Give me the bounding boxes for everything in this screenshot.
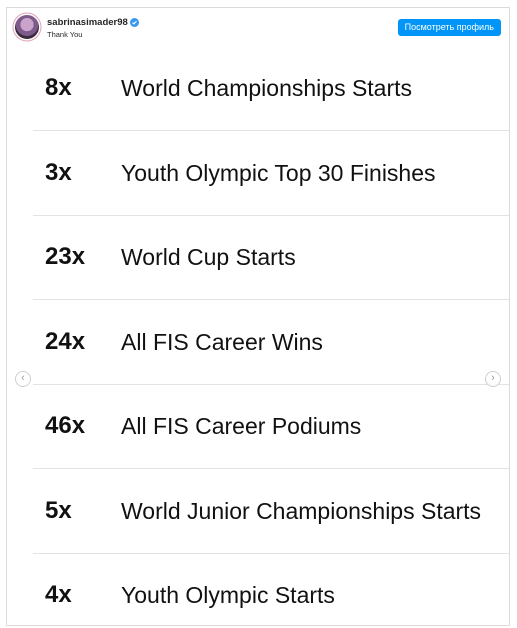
- username-row: sabrinasimader98: [47, 17, 139, 28]
- stat-row: 4x Youth Olympic Starts: [7, 553, 509, 625]
- stat-multiplier: 5x: [45, 497, 72, 524]
- stat-multiplier: 3x: [45, 159, 72, 186]
- chevron-right-icon: ›: [491, 372, 495, 384]
- stat-label: Youth Olympic Starts: [121, 582, 335, 608]
- chevron-left-icon: ‹: [21, 372, 25, 384]
- verified-badge-icon: [129, 18, 139, 27]
- stat-label: All FIS Career Podiums: [121, 413, 362, 439]
- avatar[interactable]: [15, 15, 39, 39]
- stat-row: 23x World Cup Starts: [7, 215, 509, 299]
- stat-row: 5x World Junior Championships Starts: [7, 469, 509, 553]
- stat-multiplier: 46x: [45, 412, 86, 439]
- stat-row: 8x World Championships Starts: [7, 46, 509, 130]
- stat-label: Youth Olympic Top 30 Finishes: [121, 160, 436, 186]
- stat-row: 46x All FIS Career Podiums: [7, 384, 509, 468]
- stat-label: World Championships Starts: [121, 75, 413, 101]
- stat-multiplier: 8x: [45, 74, 72, 101]
- post-subtitle: Thank You: [47, 30, 83, 39]
- stat-multiplier: 24x: [45, 328, 86, 355]
- stat-label: World Junior Championships Starts: [121, 498, 482, 524]
- stat-label: World Cup Starts: [121, 244, 296, 270]
- stat-row: 3x Youth Olympic Top 30 Finishes: [7, 131, 509, 215]
- stat-multiplier: 4x: [45, 581, 72, 608]
- stat-row: 24x All FIS Career Wins: [7, 300, 509, 384]
- post-header: sabrinasimader98 Thank You Посмотреть пр…: [7, 8, 509, 46]
- instagram-embed: sabrinasimader98 Thank You Посмотреть пр…: [6, 7, 510, 626]
- carousel-prev-button[interactable]: ‹: [15, 371, 31, 387]
- stat-label: All FIS Career Wins: [121, 329, 323, 355]
- stat-multiplier: 23x: [45, 243, 86, 270]
- carousel-next-button[interactable]: ›: [485, 371, 501, 387]
- username[interactable]: sabrinasimader98: [47, 17, 128, 28]
- view-profile-button[interactable]: Посмотреть профиль: [397, 19, 501, 36]
